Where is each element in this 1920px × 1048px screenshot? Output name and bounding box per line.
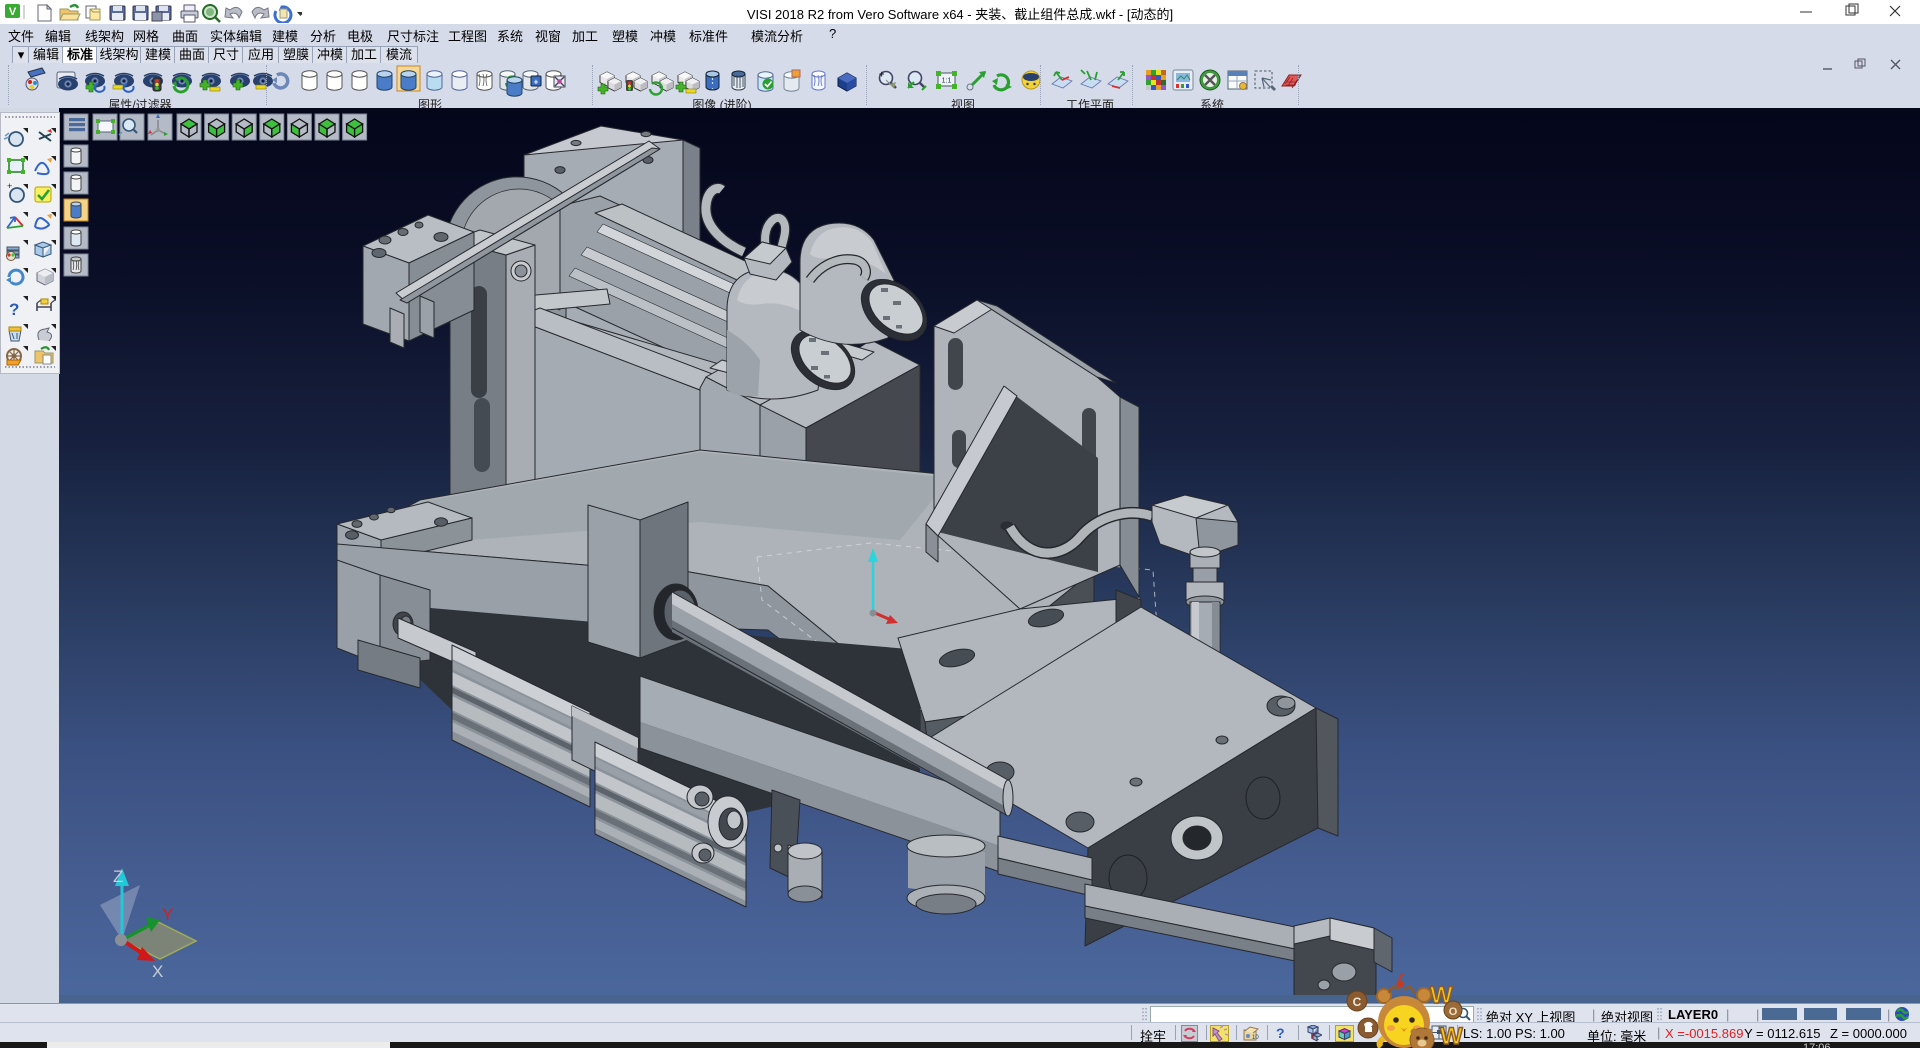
svg-text:X: X <box>152 962 163 981</box>
svg-text:C: C <box>1353 995 1362 1009</box>
svg-text:Z: Z <box>113 867 123 886</box>
svg-text:1:1: 1:1 <box>942 78 952 85</box>
svg-text:O: O <box>1449 1006 1458 1018</box>
svg-text:+: + <box>879 69 884 79</box>
svg-text:W: W <box>1440 1023 1463 1048</box>
svg-text:?: ? <box>9 300 19 319</box>
svg-text:+: + <box>7 181 12 191</box>
svg-text:+: + <box>534 78 539 87</box>
svg-text:Y: Y <box>162 905 173 924</box>
svg-text:10: 10 <box>1252 1035 1259 1041</box>
